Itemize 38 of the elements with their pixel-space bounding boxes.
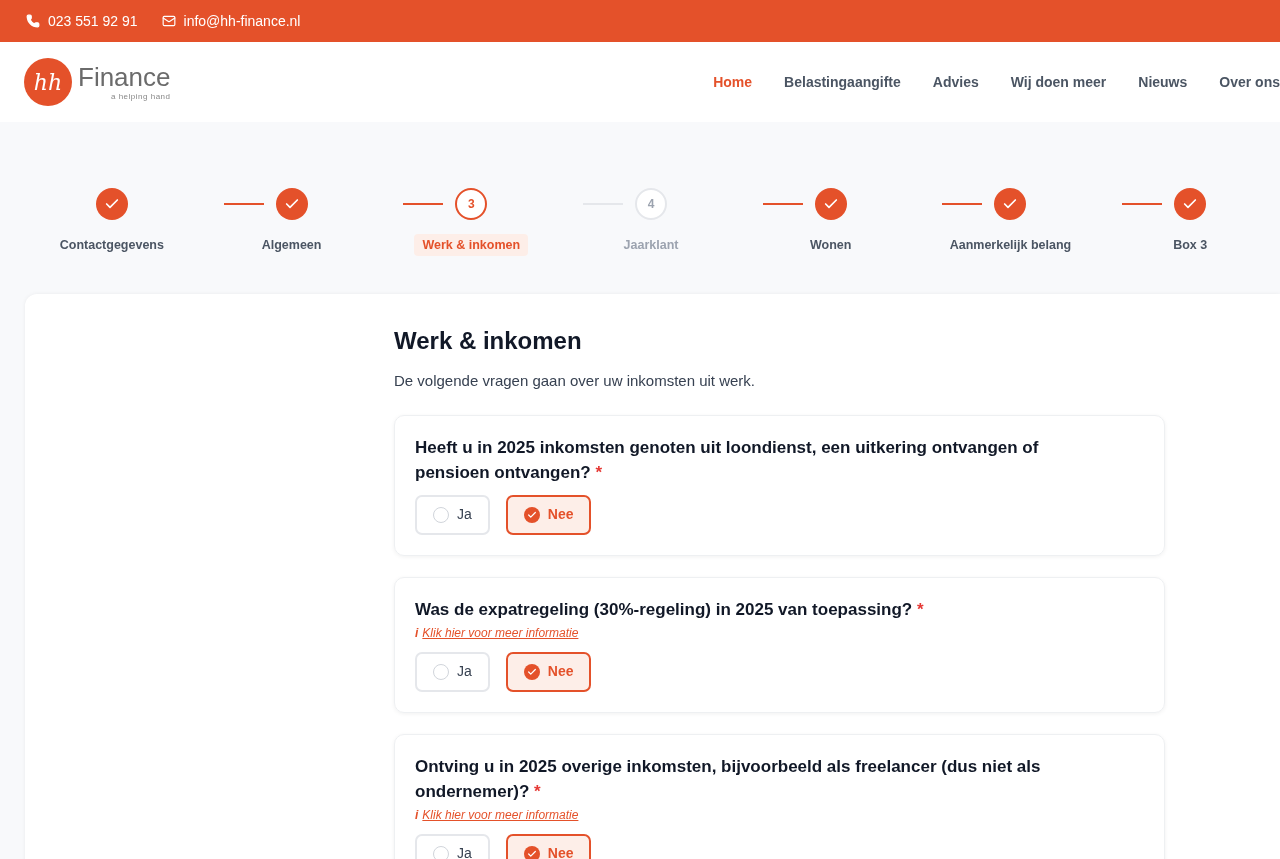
step-label[interactable]: Algemeen	[253, 234, 330, 256]
nav-link[interactable]: Wij doen meer	[1010, 71, 1107, 93]
nav-link[interactable]: Over ons	[1219, 71, 1280, 93]
checked-radio-icon	[523, 663, 540, 680]
nav-link[interactable]: Home	[713, 71, 753, 93]
nav-link[interactable]: Advies	[932, 71, 979, 93]
logo-tagline: a helping hand	[111, 92, 171, 102]
step-number: 4	[635, 188, 667, 220]
logo-name: Finance	[78, 62, 171, 92]
step-label[interactable]: Aanmerkelijk belang	[941, 234, 1080, 256]
checked-radio-icon	[523, 506, 540, 523]
info-icon: i	[415, 623, 419, 642]
form-intro: De volgende vragen gaan over uw inkomsten uit werk.	[394, 371, 757, 391]
step-label[interactable]: Wonen	[802, 234, 860, 256]
step-label[interactable]: Box 3	[1165, 234, 1216, 256]
radio-icon	[433, 663, 449, 680]
radio-option[interactable]: Ja	[415, 494, 490, 535]
radio-option[interactable]: Ja	[415, 651, 490, 692]
step-number: 3	[455, 188, 488, 220]
checked-radio-icon	[523, 845, 540, 859]
radio-icon	[433, 845, 449, 859]
nav-link[interactable]: Nieuws	[1138, 71, 1188, 93]
email-address[interactable]: info@hh-finance.nl	[183, 10, 301, 32]
question-text: Heeft u in 2025 inkomsten genoten uit loondienst, een uitkering ontvangen of pensioen ontvangen? *	[415, 436, 1040, 484]
nav-link[interactable]: Belastingaangifte	[784, 71, 901, 93]
radio-icon	[433, 506, 449, 523]
info-link[interactable]: Klik hier voor meer informatie	[422, 805, 579, 824]
info-link[interactable]: Klik hier voor meer informatie	[422, 623, 579, 642]
phone-icon	[26, 14, 40, 28]
step-label[interactable]: Contactgegevens	[51, 234, 172, 256]
mail-icon	[161, 14, 176, 28]
info-icon: i	[415, 805, 419, 824]
logo-mark[interactable]: hh	[24, 58, 72, 106]
phone-number[interactable]: 023 551 92 91	[48, 10, 138, 32]
radio-option[interactable]: Ja	[415, 833, 490, 859]
form-title: Werk & inkomen	[394, 326, 583, 356]
question-text: Was de expatregeling (30%-regeling) in 2025 van toepassing? *	[415, 598, 925, 621]
question-text: Ontving u in 2025 overige inkomsten, bijvoorbeeld als freelancer (dus niet als ondernemer)? *	[415, 755, 1042, 803]
